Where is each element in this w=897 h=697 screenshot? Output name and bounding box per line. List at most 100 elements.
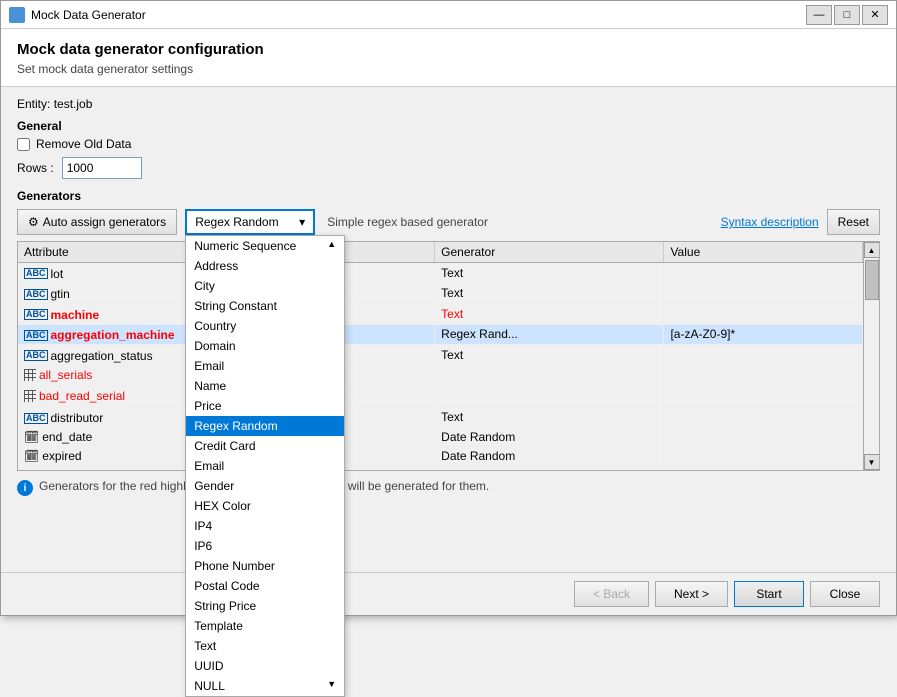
- title-bar-left: Mock Data Generator: [9, 7, 146, 23]
- generators-toolbar: ⚙ Auto assign generators Regex Random ▾ …: [17, 209, 880, 235]
- abc-type-icon: ABC: [24, 413, 48, 424]
- generator-select-wrapper: Regex Random ▾ Numeric Sequence ▲ Addres…: [185, 209, 315, 235]
- attributes-table-container: Attribute Generator Value ABC lot Text A…: [17, 241, 880, 471]
- dd-item-template[interactable]: Template: [186, 616, 344, 636]
- dd-item-email1[interactable]: Email: [186, 356, 344, 376]
- maximize-button[interactable]: □: [834, 5, 860, 25]
- cell-generator: [435, 386, 664, 407]
- title-bar-controls: — □ ✕: [806, 5, 888, 25]
- abc-type-icon: ABC: [24, 350, 48, 361]
- dd-item-text[interactable]: Text: [186, 636, 344, 656]
- attributes-table: Attribute Generator Value ABC lot Text A…: [18, 242, 863, 466]
- cell-value: [664, 283, 863, 304]
- info-icon: i: [17, 480, 33, 496]
- main-window: Mock Data Generator — □ ✕ Mock data gene…: [0, 0, 897, 616]
- window-title: Mock Data Generator: [31, 8, 146, 22]
- generators-label: Generators: [17, 189, 880, 203]
- content-area: Entity: test.job General Remove Old Data…: [1, 87, 896, 572]
- dd-item-gender[interactable]: Gender: [186, 476, 344, 496]
- table-main[interactable]: Attribute Generator Value ABC lot Text A…: [18, 242, 863, 470]
- dd-item-numeric-sequence[interactable]: Numeric Sequence ▲: [186, 236, 344, 256]
- cell-value: [664, 386, 863, 407]
- abc-type-icon: ABC: [24, 309, 48, 320]
- entity-row: Entity: test.job: [17, 97, 880, 111]
- dd-item-ip6[interactable]: IP6: [186, 536, 344, 556]
- cell-value: [664, 407, 863, 428]
- entity-value: test.job: [54, 97, 93, 111]
- dd-item-price[interactable]: Price: [186, 396, 344, 416]
- entity-label: Entity:: [17, 97, 50, 111]
- table-row[interactable]: ABC distributor Text: [18, 407, 863, 428]
- table-row[interactable]: ABC machine Text: [18, 304, 863, 325]
- dd-item-regex-random[interactable]: Regex Random: [186, 416, 344, 436]
- dd-item-city[interactable]: City: [186, 276, 344, 296]
- abc-type-icon: ABC: [24, 330, 48, 341]
- cell-generator: Text: [435, 345, 664, 366]
- table-row[interactable]: 🗓 expired Date Random: [18, 447, 863, 466]
- col-header-value: Value: [664, 242, 863, 263]
- generator-selected-label: Regex Random: [195, 215, 278, 229]
- dd-item-address[interactable]: Address: [186, 256, 344, 276]
- calendar-type-icon: 🗓: [24, 449, 39, 463]
- next-button[interactable]: Next >: [655, 581, 728, 607]
- generator-description: Simple regex based generator: [327, 215, 488, 229]
- cell-value: [664, 365, 863, 386]
- table-row[interactable]: ABC lot Text: [18, 263, 863, 284]
- dd-item-postal-code[interactable]: Postal Code: [186, 576, 344, 596]
- auto-assign-label: Auto assign generators: [43, 215, 166, 229]
- table-header-row: Attribute Generator Value: [18, 242, 863, 263]
- syntax-description-link[interactable]: Syntax description: [721, 215, 819, 229]
- table-row[interactable]: all_serials: [18, 365, 863, 386]
- scroll-thumb[interactable]: [865, 260, 879, 300]
- general-label: General: [17, 119, 880, 133]
- dd-item-domain[interactable]: Domain: [186, 336, 344, 356]
- auto-assign-icon: ⚙: [28, 215, 39, 229]
- start-button[interactable]: Start: [734, 581, 804, 607]
- minimize-button[interactable]: —: [806, 5, 832, 25]
- table-scrollbar[interactable]: ▲ ▼: [863, 242, 879, 470]
- dd-item-string-price[interactable]: String Price: [186, 596, 344, 616]
- dd-item-hex-color[interactable]: HEX Color: [186, 496, 344, 516]
- table-row[interactable]: 🗓 end_date Date Random: [18, 428, 863, 447]
- table-row[interactable]: bad_read_serial: [18, 386, 863, 407]
- col-header-generator: Generator: [435, 242, 664, 263]
- table-row[interactable]: ABC gtin Text: [18, 283, 863, 304]
- cell-generator: [435, 365, 664, 386]
- cell-generator: Text: [435, 407, 664, 428]
- cell-value: [664, 345, 863, 366]
- dd-item-country[interactable]: Country: [186, 316, 344, 336]
- cell-value: [664, 263, 863, 284]
- dd-item-email2[interactable]: Email: [186, 456, 344, 476]
- rows-row: Rows :: [17, 157, 880, 179]
- dd-item-name[interactable]: Name: [186, 376, 344, 396]
- table-row[interactable]: ABC aggregation_status Text: [18, 345, 863, 366]
- remove-old-data-checkbox[interactable]: [17, 138, 30, 151]
- dd-item-ip4[interactable]: IP4: [186, 516, 344, 536]
- dd-item-uuid[interactable]: UUID: [186, 656, 344, 676]
- close-window-button[interactable]: ✕: [862, 5, 888, 25]
- reset-button[interactable]: Reset: [827, 209, 880, 235]
- close-button[interactable]: Close: [810, 581, 880, 607]
- dropdown-arrow-icon: ▾: [299, 215, 305, 229]
- table-row[interactable]: ABC aggregation_machine Regex Rand... [a…: [18, 324, 863, 345]
- cell-value: [664, 447, 863, 466]
- back-button[interactable]: < Back: [574, 581, 649, 607]
- dd-item-phone-number[interactable]: Phone Number: [186, 556, 344, 576]
- title-bar: Mock Data Generator — □ ✕: [1, 1, 896, 29]
- dd-item-null[interactable]: NULL ▼: [186, 676, 344, 696]
- calendar-type-icon: 🗓: [24, 430, 39, 444]
- cell-value: [664, 304, 863, 325]
- cell-value: [a-zA-Z0-9]*: [664, 324, 863, 345]
- abc-type-icon: ABC: [24, 268, 48, 279]
- header-section: Mock data generator configuration Set mo…: [1, 29, 896, 87]
- scroll-up-button[interactable]: ▲: [864, 242, 880, 258]
- auto-assign-button[interactable]: ⚙ Auto assign generators: [17, 209, 177, 235]
- rows-input[interactable]: [62, 157, 142, 179]
- remove-old-data-row: Remove Old Data: [17, 137, 880, 151]
- dd-item-credit-card[interactable]: Credit Card: [186, 436, 344, 456]
- dd-item-string-constant[interactable]: String Constant: [186, 296, 344, 316]
- header-subtitle: Set mock data generator settings: [17, 62, 880, 76]
- generator-dropdown-button[interactable]: Regex Random ▾: [185, 209, 315, 235]
- cell-generator: Date Random: [435, 428, 664, 447]
- scroll-down-button[interactable]: ▼: [864, 454, 880, 470]
